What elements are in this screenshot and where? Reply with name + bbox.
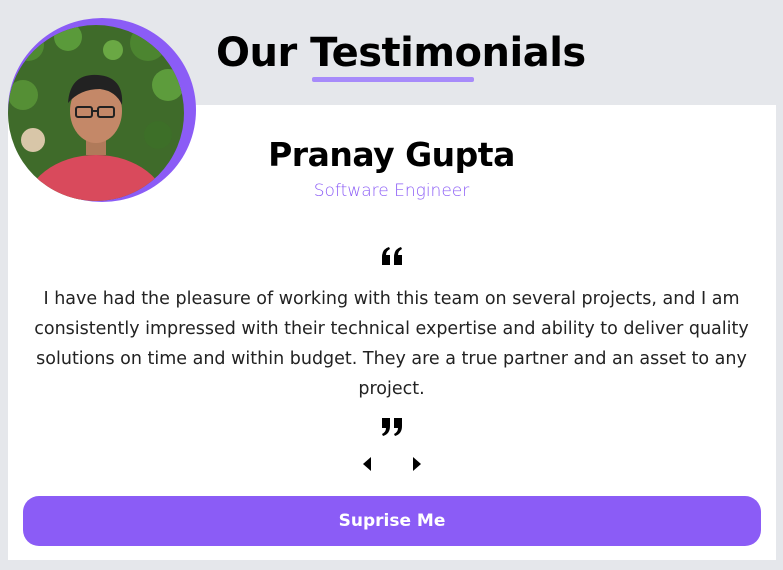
next-button[interactable] — [410, 456, 424, 472]
person-role: Software Engineer — [313, 181, 470, 201]
prev-button[interactable] — [360, 456, 374, 472]
quote-left-icon — [382, 247, 402, 265]
avatar — [8, 25, 184, 201]
person-name: Pranay Gupta — [268, 135, 515, 174]
avatar-photo — [8, 25, 184, 201]
page-title: Our Testimonials — [216, 30, 586, 76]
caret-right-icon — [413, 457, 421, 471]
quote-right-icon — [382, 418, 402, 436]
caret-left-icon — [363, 457, 371, 471]
testimonial-text: I have had the pleasure of working with … — [34, 289, 749, 399]
title-underline — [312, 77, 474, 82]
surprise-me-button[interactable]: Suprise Me — [23, 496, 761, 546]
